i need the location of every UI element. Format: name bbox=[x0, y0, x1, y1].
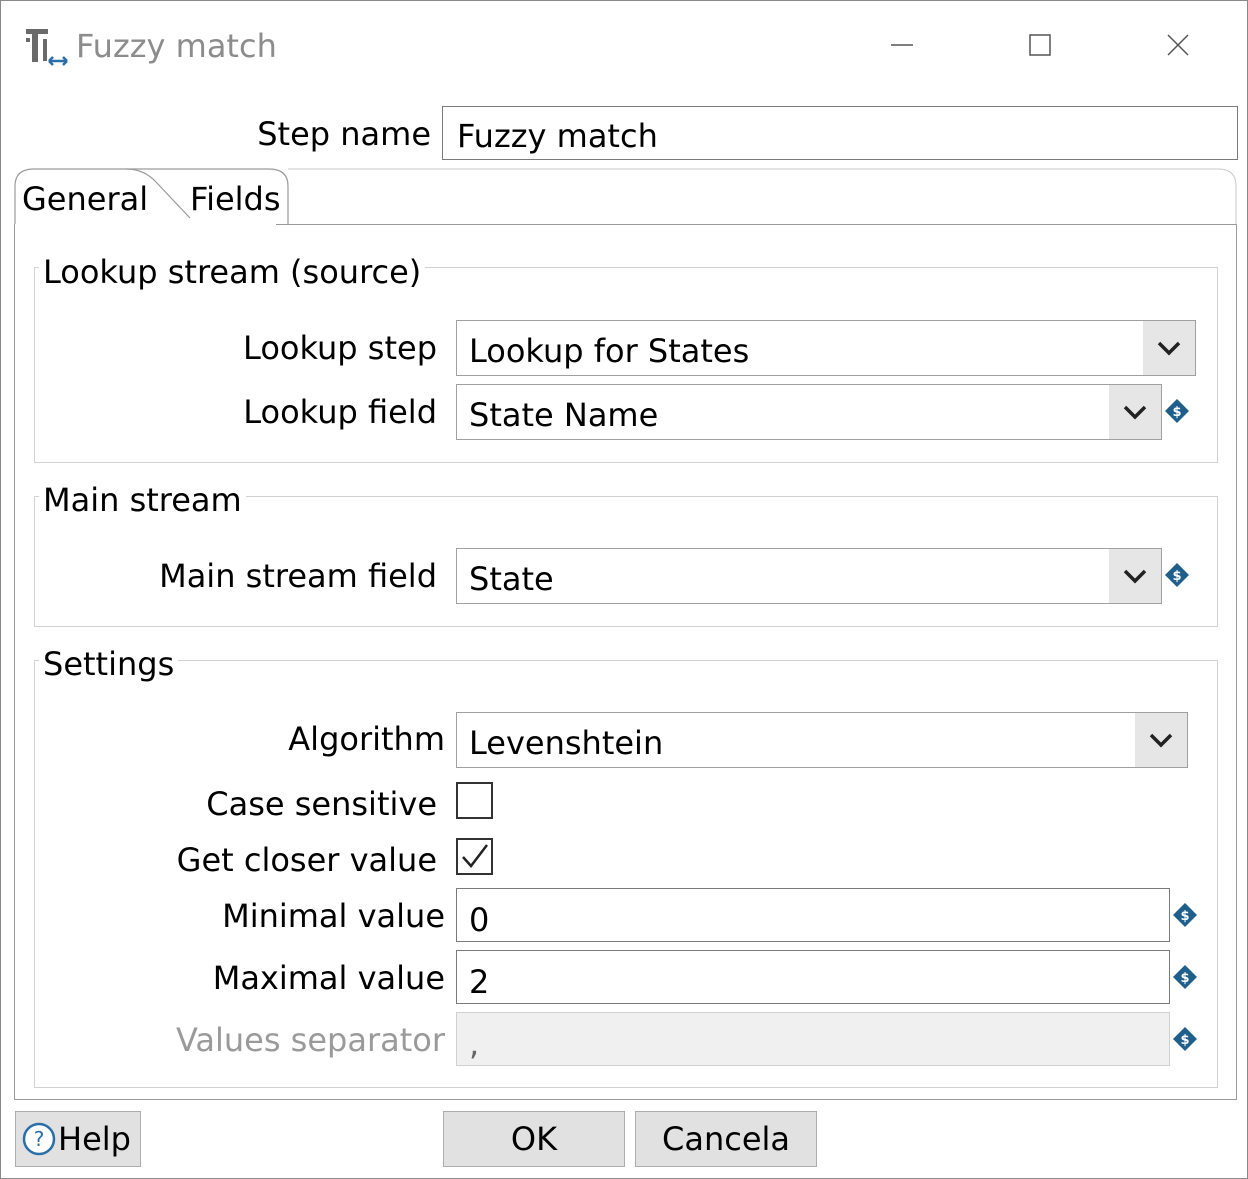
ok-button[interactable]: OK bbox=[443, 1111, 625, 1167]
algorithm-dropdown-button[interactable] bbox=[1135, 713, 1187, 767]
minimize-button[interactable] bbox=[867, 19, 937, 71]
tab-bar: General Fields bbox=[14, 168, 1237, 225]
variable-icon[interactable]: $ bbox=[1164, 398, 1190, 424]
settings-group-title: Settings bbox=[39, 645, 179, 683]
fuzzy-match-dialog: Fuzzy match Step name Fuzzy match Genera… bbox=[0, 0, 1248, 1179]
lookup-field-value: State Name bbox=[469, 396, 659, 434]
values-separator-label: Values separator bbox=[175, 1021, 445, 1059]
maximize-icon bbox=[1029, 34, 1051, 56]
minimal-value-label: Minimal value bbox=[222, 897, 445, 935]
variable-icon[interactable]: $ bbox=[1172, 964, 1198, 990]
lookup-step-combo[interactable]: Lookup for States bbox=[456, 320, 1196, 376]
variable-icon[interactable]: $ bbox=[1164, 562, 1190, 588]
title-bar[interactable]: Fuzzy match bbox=[1, 1, 1247, 91]
svg-text:$: $ bbox=[1172, 569, 1181, 584]
maximize-button[interactable] bbox=[1005, 19, 1075, 71]
get-closer-value-checkbox[interactable] bbox=[456, 838, 493, 875]
lookup-field-label: Lookup field bbox=[243, 393, 437, 431]
svg-text:?: ? bbox=[34, 1127, 45, 1151]
tab-divider bbox=[276, 224, 1237, 225]
svg-text:$: $ bbox=[1172, 405, 1181, 420]
algorithm-label: Algorithm bbox=[288, 720, 445, 758]
help-button[interactable]: ? Help bbox=[15, 1111, 141, 1167]
close-button[interactable] bbox=[1143, 19, 1213, 71]
close-icon bbox=[1167, 34, 1189, 56]
lookup-field-dropdown-button[interactable] bbox=[1109, 385, 1161, 439]
chevron-down-icon bbox=[1157, 341, 1181, 356]
chevron-down-icon bbox=[1123, 405, 1147, 420]
svg-text:$: $ bbox=[1180, 971, 1189, 986]
main-stream-group-title: Main stream bbox=[39, 481, 246, 519]
maximal-value-input[interactable]: 2 bbox=[456, 950, 1170, 1004]
algorithm-combo[interactable]: Levenshtein bbox=[456, 712, 1188, 768]
main-stream-field-dropdown-button[interactable] bbox=[1109, 549, 1161, 603]
lookup-stream-group-title: Lookup stream (source) bbox=[39, 253, 426, 291]
chevron-down-icon bbox=[1123, 569, 1147, 584]
chevron-down-icon bbox=[1149, 733, 1173, 748]
checkmark-icon bbox=[462, 844, 488, 868]
tab-fields[interactable]: Fields bbox=[190, 168, 281, 225]
maximal-value-label: Maximal value bbox=[212, 959, 445, 997]
get-closer-value-label: Get closer value bbox=[176, 841, 437, 879]
step-name-label: Step name bbox=[257, 115, 431, 153]
help-button-label: Help bbox=[58, 1120, 131, 1158]
minimal-value-input[interactable]: 0 bbox=[456, 888, 1170, 942]
lookup-step-label: Lookup step bbox=[243, 329, 437, 367]
cancel-button[interactable]: Cancela bbox=[635, 1111, 817, 1167]
svg-text:$: $ bbox=[1180, 909, 1189, 924]
variable-icon[interactable]: $ bbox=[1172, 1026, 1198, 1052]
algorithm-value: Levenshtein bbox=[469, 724, 664, 762]
svg-text:$: $ bbox=[1180, 1033, 1189, 1048]
case-sensitive-checkbox[interactable] bbox=[456, 782, 493, 819]
variable-icon[interactable]: $ bbox=[1172, 902, 1198, 928]
tab-general[interactable]: General bbox=[22, 168, 148, 225]
values-separator-input: , bbox=[456, 1012, 1170, 1066]
lookup-field-combo[interactable]: State Name bbox=[456, 384, 1162, 440]
case-sensitive-label: Case sensitive bbox=[206, 785, 437, 823]
main-stream-field-label: Main stream field bbox=[159, 557, 437, 595]
fuzzy-match-step-icon bbox=[26, 29, 68, 66]
minimize-icon bbox=[891, 44, 913, 46]
help-icon: ? bbox=[22, 1122, 56, 1156]
window-title: Fuzzy match bbox=[76, 27, 277, 65]
lookup-step-value: Lookup for States bbox=[469, 332, 750, 370]
main-stream-field-combo[interactable]: State bbox=[456, 548, 1162, 604]
main-stream-field-value: State bbox=[469, 560, 554, 598]
step-name-input[interactable]: Fuzzy match bbox=[442, 106, 1238, 160]
lookup-step-dropdown-button[interactable] bbox=[1143, 321, 1195, 375]
